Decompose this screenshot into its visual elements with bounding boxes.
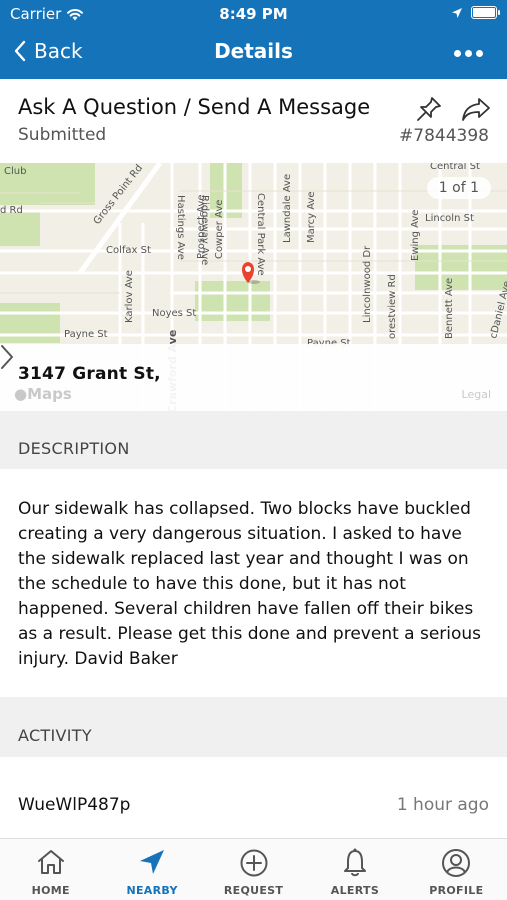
tab-bar: HOME NEARBY REQUEST ALERTS PROFILE xyxy=(0,838,507,900)
tab-alerts[interactable]: ALERTS xyxy=(304,839,405,900)
location-map[interactable]: Club Central St Gross Point Rd d Rd Pros… xyxy=(0,163,507,411)
tab-label: NEARBY xyxy=(126,884,178,897)
top-bar: Carrier 8:49 PM Back Details xyxy=(0,0,507,79)
map-label-bennett-ave: Bennett Ave xyxy=(444,278,455,339)
map-label-ewing-ave: Ewing Ave xyxy=(410,210,421,261)
tab-label: PROFILE xyxy=(429,884,484,897)
chevron-right-icon xyxy=(1,345,13,369)
map-label-club: Club xyxy=(4,166,26,177)
more-options-button[interactable] xyxy=(454,50,483,57)
description-header: DESCRIPTION xyxy=(18,439,130,458)
activity-user: WueWlP487p xyxy=(18,795,131,815)
more-dot-icon xyxy=(465,50,472,57)
home-icon xyxy=(37,850,64,874)
status-time: 8:49 PM xyxy=(219,5,288,23)
more-dot-icon xyxy=(476,50,483,57)
battery-icon xyxy=(471,6,500,19)
more-dot-icon xyxy=(454,50,461,57)
tab-label: REQUEST xyxy=(223,884,284,897)
status-bar: Carrier 8:49 PM xyxy=(0,0,507,28)
map-label-crestview-rd: orestview Rd xyxy=(387,274,398,339)
nav-bar: Back Details xyxy=(0,28,507,79)
request-title: Ask A Question / Send A Message xyxy=(18,95,371,119)
map-label-lincoln-st: Lincoln St xyxy=(425,213,474,224)
description-text: Our sidewalk has collapsed. Two blocks h… xyxy=(18,499,482,669)
location-services-icon xyxy=(452,7,462,18)
plus-circle-icon xyxy=(240,849,268,877)
request-id: #7844398 xyxy=(399,126,489,146)
map-label-lincolnwood-dr: Lincolnwood Dr xyxy=(362,245,373,323)
user-circle-icon xyxy=(442,849,471,877)
tab-profile[interactable]: PROFILE xyxy=(406,839,507,900)
maps-attribution: ●Maps xyxy=(14,385,72,403)
share-icon[interactable] xyxy=(461,95,491,123)
map-page-indicator: 1 of 1 xyxy=(426,177,491,199)
page-title: Details xyxy=(214,39,293,63)
map-label-rd: d Rd xyxy=(0,205,23,216)
map-label-central-park-ave: Central Park Ave xyxy=(255,193,266,276)
activity-time: 1 hour ago xyxy=(396,795,489,815)
header-actions xyxy=(415,95,491,123)
bell-icon xyxy=(343,848,366,877)
apple-logo-icon: ● xyxy=(14,385,28,403)
map-label-karlov-ave: Karlov Ave xyxy=(124,270,135,323)
address-row[interactable]: 3147 Grant St, xyxy=(0,344,507,411)
map-label-payne-st: Payne St xyxy=(64,329,108,340)
request-status: Submitted xyxy=(18,125,107,145)
map-label-colfax-st: Colfax St xyxy=(106,245,151,256)
map-label-ridgeway-ave: Ridgeway Ave xyxy=(199,195,210,265)
maps-label: Maps xyxy=(27,385,72,403)
map-label-lawndale-ave: Lawndale Ave xyxy=(282,174,293,243)
legal-link[interactable]: Legal xyxy=(462,388,491,401)
activity-header: ACTIVITY xyxy=(18,726,92,745)
description-section-header: DESCRIPTION xyxy=(0,411,507,469)
address-text: 3147 Grant St, xyxy=(18,364,161,384)
location-arrow-icon xyxy=(140,850,165,874)
pin-icon[interactable] xyxy=(415,95,443,123)
tab-nearby[interactable]: NEARBY xyxy=(101,839,202,900)
map-label-cowper-ave: Cowper Ave xyxy=(214,200,225,259)
tab-home[interactable]: HOME xyxy=(0,839,101,900)
activity-section-header: ACTIVITY xyxy=(0,697,507,757)
map-label-noyes-st: Noyes St xyxy=(152,308,196,319)
tab-label: HOME xyxy=(31,884,70,897)
request-header: Ask A Question / Send A Message Submitte… xyxy=(0,79,507,163)
map-label-hastings-ave: Hastings Ave xyxy=(175,195,186,260)
activity-item[interactable]: WueWlP487p 1 hour ago xyxy=(0,777,507,839)
map-label-central-st: Central St xyxy=(430,163,480,172)
tab-request[interactable]: REQUEST xyxy=(203,839,304,900)
map-label-marcy-ave: Marcy Ave xyxy=(306,191,317,243)
status-right xyxy=(451,6,500,19)
tab-label: ALERTS xyxy=(330,884,380,897)
